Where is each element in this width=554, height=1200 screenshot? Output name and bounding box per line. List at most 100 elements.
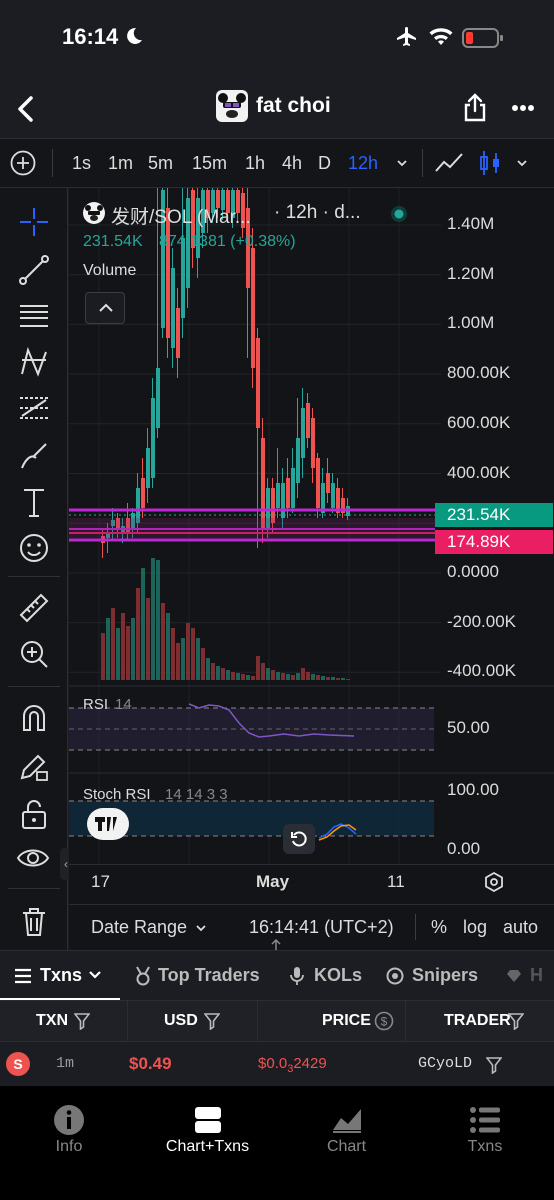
volume-bar — [211, 663, 215, 680]
tab-kols[interactable]: KOLs — [286, 951, 366, 1001]
volume-bar — [326, 677, 330, 680]
chevron-down-icon[interactable] — [516, 158, 528, 168]
txn-trader[interactable]: GCyoLD — [418, 1055, 472, 1072]
price-tick: 1.20M — [447, 263, 495, 283]
nav-chart-txns-label: Chart+Txns — [165, 1138, 250, 1155]
filter-icon[interactable] — [486, 1056, 502, 1074]
price-axis[interactable]: 1.40M1.20M1.00M800.00K600.00K400.00K200.… — [447, 188, 554, 688]
pattern-icon[interactable] — [18, 346, 50, 378]
tab-snipers[interactable]: Snipers — [384, 951, 484, 1001]
tab-txns[interactable]: Txns — [0, 951, 120, 1001]
trash-icon[interactable] — [20, 906, 48, 938]
add-indicator-icon[interactable] — [10, 150, 36, 176]
reset-icon — [291, 831, 307, 847]
token-avatar — [216, 90, 248, 122]
interval-5m[interactable]: 5m — [148, 153, 173, 174]
nav-info[interactable]: Info — [0, 1086, 138, 1176]
nav-txns[interactable]: Txns — [416, 1086, 554, 1176]
percent-toggle[interactable]: % — [431, 917, 447, 938]
auto-toggle[interactable]: auto — [503, 917, 538, 938]
status-time: 16:14 — [62, 24, 119, 49]
reset-chart-button[interactable] — [283, 824, 315, 854]
magnet-icon[interactable] — [18, 702, 50, 734]
drawn-zone — [69, 518, 435, 538]
nav-chart[interactable]: Chart — [277, 1086, 416, 1176]
col-usd[interactable]: USD — [128, 1001, 258, 1041]
volume-bar — [286, 674, 290, 680]
volume-bar — [261, 663, 265, 680]
interval-d[interactable]: D — [318, 153, 331, 174]
current-price-label: 231.54K — [435, 503, 553, 527]
trend-line-icon[interactable] — [18, 254, 50, 286]
table-row[interactable]: S 1m $0.49 $0.032429 GCyoLD — [0, 1042, 554, 1086]
more-icon[interactable] — [511, 104, 535, 112]
sell-badge: S — [6, 1052, 30, 1076]
price-tick: 800.00K — [447, 363, 511, 383]
volume-bar — [126, 626, 130, 680]
brush-icon[interactable] — [18, 440, 50, 472]
diamond-icon — [507, 970, 521, 982]
tab-top-traders[interactable]: Top Traders — [130, 951, 270, 1001]
eye-icon[interactable] — [16, 844, 50, 874]
log-toggle[interactable]: log — [463, 917, 487, 938]
line-chart-icon[interactable] — [434, 151, 464, 175]
ruler-icon[interactable] — [18, 592, 50, 624]
chart-area[interactable]: 发财/SOL (Mar... · 12h · d... 231.54K 874.… — [69, 188, 554, 964]
ohlc-last: 231.54K — [83, 233, 143, 250]
candle-body — [271, 488, 275, 523]
chevron-down-icon[interactable] — [195, 923, 207, 933]
volume-bar — [266, 668, 270, 680]
price-tick: 1.00M — [447, 313, 495, 333]
volume-bar — [111, 608, 115, 680]
nav-chart-txns[interactable]: Chart+Txns — [138, 1086, 277, 1176]
line-price-label: 174.89K — [435, 530, 553, 554]
chevron-down-icon[interactable] — [396, 158, 408, 168]
interval-1m[interactable]: 1m — [108, 153, 133, 174]
moon-icon — [124, 26, 144, 46]
price-tick: 400.00K — [447, 462, 511, 482]
volume-bar — [331, 677, 335, 680]
volume-bar — [316, 675, 320, 680]
txns-list-icon — [470, 1107, 500, 1133]
candle-body — [151, 398, 155, 478]
nav-chart-label: Chart — [326, 1138, 367, 1155]
col-price[interactable]: PRICE $ — [258, 1001, 406, 1041]
fib-icon[interactable] — [18, 392, 50, 424]
interval-15m[interactable]: 15m — [192, 153, 227, 174]
back-icon[interactable] — [14, 95, 38, 123]
chart-settings-icon[interactable] — [483, 871, 505, 893]
candle-body — [176, 308, 180, 358]
lock-draw-icon[interactable] — [18, 750, 50, 782]
list-icon — [15, 968, 31, 984]
interval-12h[interactable]: 12h — [348, 153, 378, 174]
share-icon[interactable] — [462, 92, 488, 122]
date-range-button[interactable]: Date Range — [91, 917, 187, 938]
col-txn[interactable]: TXN — [0, 1001, 128, 1041]
txn-price-rest: 2429 — [293, 1055, 327, 1072]
text-icon[interactable] — [20, 486, 48, 518]
horizontal-lines-icon[interactable] — [18, 300, 50, 332]
interval-1h[interactable]: 1h — [245, 153, 265, 174]
candle-body — [171, 268, 175, 348]
candle-body — [251, 248, 255, 368]
wifi-icon — [428, 26, 454, 48]
collapse-legend-button[interactable] — [85, 292, 125, 324]
volume-bar — [161, 603, 165, 680]
crosshair-icon[interactable] — [18, 206, 50, 238]
clock-timezone[interactable]: 16:14:41 (UTC+2) — [249, 917, 394, 938]
bottom-nav: Info Chart+Txns Chart Txns — [0, 1086, 554, 1200]
interval-1s[interactable]: 1s — [72, 153, 91, 174]
rsi-param: 14 — [115, 696, 132, 713]
candle-body — [331, 483, 335, 508]
col-trader[interactable]: TRADER — [406, 1001, 554, 1041]
candles-icon[interactable] — [478, 149, 502, 177]
volume-bar — [231, 672, 235, 680]
unlock-icon[interactable] — [20, 798, 48, 830]
top-bar: fat choi — [0, 80, 554, 138]
tab-holders[interactable]: H — [500, 951, 554, 1001]
zoom-in-icon[interactable] — [18, 638, 50, 670]
volume-bar — [256, 656, 260, 680]
emoji-icon[interactable] — [18, 532, 50, 564]
volume-bar — [201, 648, 205, 680]
interval-4h[interactable]: 4h — [282, 153, 302, 174]
